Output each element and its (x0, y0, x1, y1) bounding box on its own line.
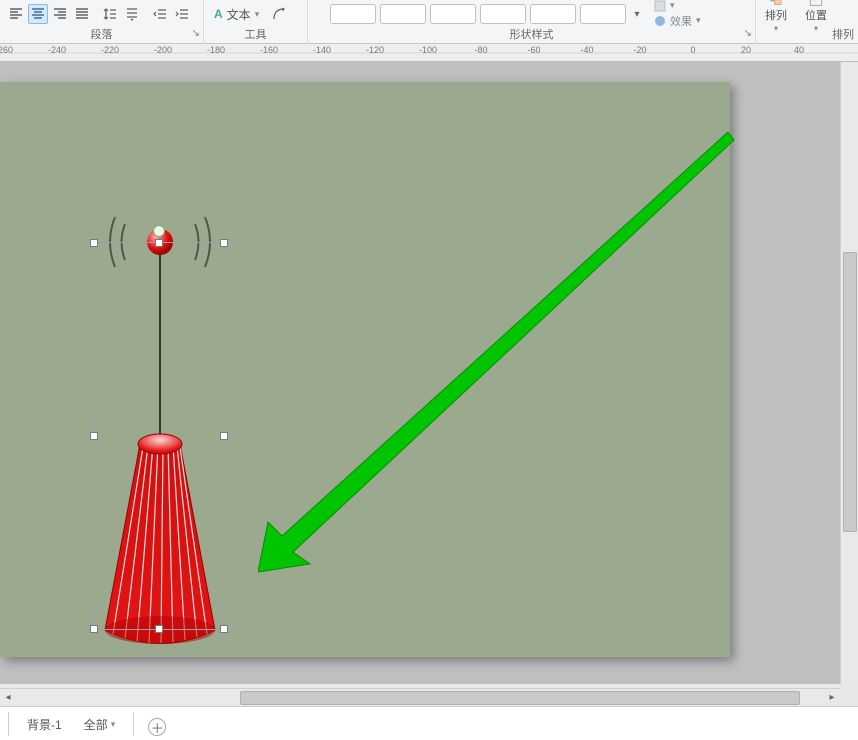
ruler-mark: -260 (0, 45, 13, 55)
ruler-mark: -220 (101, 45, 119, 55)
annotation-arrow[interactable] (258, 132, 738, 582)
align-right-button[interactable] (50, 4, 70, 24)
ruler-mark: -100 (419, 45, 437, 55)
style-swatch[interactable] (330, 4, 376, 24)
hscroll-left-icon[interactable]: ◂ (0, 689, 16, 705)
connector-tool-button[interactable] (269, 4, 289, 24)
ribbon-group-label: 形状样式 (308, 26, 755, 42)
resize-handle-e[interactable] (220, 432, 228, 440)
ribbon: 段落 ↘ A 文本 ▾ 工具 ▾ (0, 0, 858, 44)
text-tool-button[interactable]: A 文本 ▾ (210, 4, 263, 24)
line-spacing-button[interactable] (100, 4, 120, 24)
ruler-mark: -20 (633, 45, 646, 55)
ruler-mark: -80 (474, 45, 487, 55)
resize-handle-sw[interactable] (90, 625, 98, 633)
text-tool-label: 文本 (227, 6, 251, 23)
align-left-button[interactable] (6, 4, 26, 24)
drawing-canvas[interactable] (0, 62, 858, 684)
align-justify-button[interactable] (72, 4, 92, 24)
ribbon-group-shape-styles: ▾ ▾ 效果 ▾ 形状样式 ↘ (308, 0, 756, 44)
hscroll-right-icon[interactable]: ▸ (824, 689, 840, 705)
ruler-mark: -240 (48, 45, 66, 55)
resize-handle-ne[interactable] (220, 239, 228, 247)
add-page-button[interactable]: ＋ (148, 718, 166, 736)
status-bar: 背景-1 全部 ▾ ＋ (0, 706, 858, 740)
all-pages-label: 全部 (84, 716, 108, 733)
ribbon-group-label: 工具 (204, 26, 307, 42)
increase-indent-button[interactable] (172, 4, 192, 24)
style-swatch[interactable] (580, 4, 626, 24)
rotation-handle[interactable] (153, 225, 165, 237)
ribbon-group-tools: A 文本 ▾ 工具 (204, 0, 308, 44)
resize-handle-se[interactable] (220, 625, 228, 633)
ribbon-group-label: 段落 (0, 26, 203, 42)
ruler-mark: 20 (741, 45, 751, 55)
position-label: 位置 (805, 7, 827, 23)
page-tab-label: 背景-1 (27, 716, 62, 733)
vertical-scrollbar-thumb[interactable] (843, 252, 857, 532)
gallery-more-icon[interactable]: ▾ (630, 1, 644, 27)
all-pages-tab[interactable]: 全部 ▾ (80, 713, 120, 736)
style-swatch[interactable] (480, 4, 526, 24)
ruler-mark: 0 (690, 45, 695, 55)
paragraph-spacing-button[interactable] (122, 4, 142, 24)
ruler-mark: -200 (154, 45, 172, 55)
arrange-label: 排列 (765, 7, 787, 23)
shape-fill-button[interactable]: ▾ (654, 0, 701, 12)
style-swatch[interactable] (530, 4, 576, 24)
resize-handle-s[interactable] (155, 625, 163, 633)
chevron-down-icon: ▾ (111, 719, 116, 730)
paragraph-launcher-icon[interactable]: ↘ (188, 29, 200, 41)
arrange-button[interactable]: 排列 ▾ (756, 0, 796, 33)
position-button[interactable]: 位置 ▾ (796, 0, 836, 33)
ruler-mark: 40 (794, 45, 804, 55)
ruler-mark: -160 (260, 45, 278, 55)
selection-frame[interactable] (93, 242, 225, 630)
resize-handle-n[interactable] (155, 239, 163, 247)
resize-handle-nw[interactable] (90, 239, 98, 247)
decrease-indent-button[interactable] (150, 4, 170, 24)
style-swatch[interactable] (430, 4, 476, 24)
ruler-mark: -180 (207, 45, 225, 55)
ruler-mark: -120 (366, 45, 384, 55)
style-swatch[interactable] (380, 4, 426, 24)
resize-handle-w[interactable] (90, 432, 98, 440)
divider (133, 712, 134, 736)
ribbon-group-paragraph: 段落 ↘ (0, 0, 204, 44)
vertical-scrollbar[interactable] (840, 62, 858, 684)
ruler-mark: -140 (313, 45, 331, 55)
horizontal-scrollbar[interactable]: ◂ ▸ (0, 688, 840, 706)
page-tab[interactable]: 背景-1 (23, 713, 66, 736)
shape-style-gallery[interactable]: ▾ (326, 1, 648, 27)
ribbon-group-arrange: 排列 ▾ 位置 ▾ 排列 (756, 0, 858, 44)
horizontal-scrollbar-thumb[interactable] (240, 691, 800, 705)
horizontal-ruler: -260 -240 -220 -200 -180 -160 -140 -120 … (0, 44, 858, 62)
shape-styles-launcher-icon[interactable]: ↘ (740, 29, 752, 41)
ribbon-group-label: 排列 (832, 26, 854, 42)
align-center-button[interactable] (28, 4, 48, 24)
ruler-mark: -60 (527, 45, 540, 55)
ruler-mark: -40 (580, 45, 593, 55)
divider (8, 712, 9, 736)
